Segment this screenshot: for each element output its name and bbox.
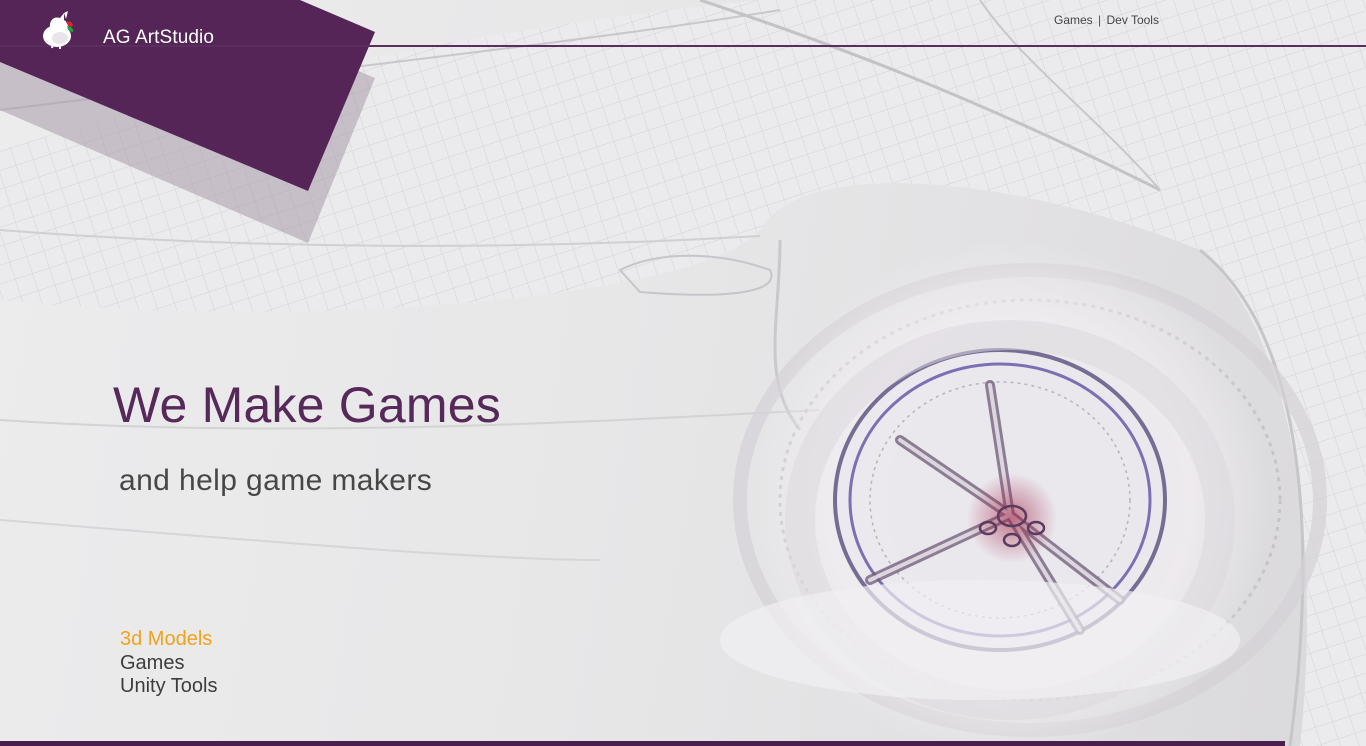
hero-title: We Make Games [113, 377, 501, 433]
top-nav-games-link[interactable]: Games [1054, 13, 1093, 27]
brand-name[interactable]: AG ArtStudio [103, 27, 214, 49]
top-nav-dev-tools-link[interactable]: Dev Tools [1107, 13, 1159, 27]
link-games[interactable]: Games [120, 652, 217, 676]
top-navigation: Games | Dev Tools [1054, 13, 1159, 27]
link-3d-models[interactable]: 3d Models [120, 628, 217, 652]
hero-subtitle: and help game makers [119, 464, 433, 497]
footer-bar [0, 741, 1285, 746]
top-nav-separator: | [1098, 13, 1102, 27]
link-unity-tools[interactable]: Unity Tools [120, 675, 217, 699]
unicorn-logo-icon[interactable] [40, 10, 80, 50]
landing-page: AG ArtStudio Games | Dev Tools We Make G… [0, 0, 1366, 746]
category-links: 3d Models Games Unity Tools [120, 628, 217, 699]
